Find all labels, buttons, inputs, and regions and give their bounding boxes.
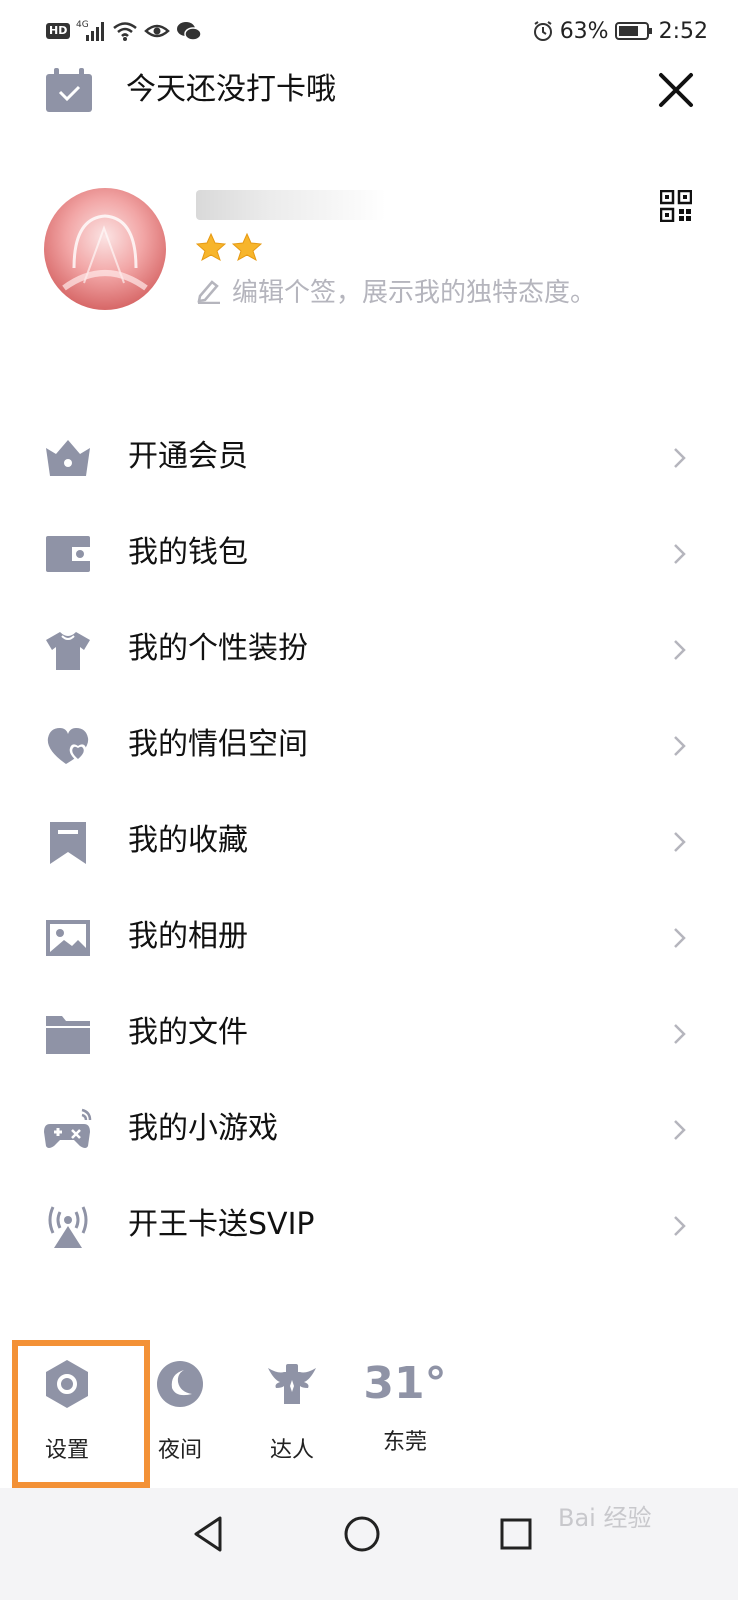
menu-item-theme[interactable]: 我的个性装扮	[0, 602, 738, 698]
checkin-reminder[interactable]: 今天还没打卡哦	[126, 70, 336, 110]
bookmark-icon	[50, 822, 86, 864]
qr-code-icon[interactable]	[659, 189, 693, 223]
chevron-right-icon	[674, 736, 686, 756]
menu-item-king-card[interactable]: 开王卡送SVIP	[0, 1178, 738, 1274]
status-left: HD 4G	[46, 18, 203, 44]
tshirt-icon	[46, 632, 90, 670]
menu-item-favorites[interactable]: 我的收藏	[0, 794, 738, 890]
avatar[interactable]	[44, 188, 166, 310]
menu-item-label: 我的文件	[128, 1015, 248, 1050]
chevron-right-icon	[674, 640, 686, 660]
folder-icon	[46, 1016, 90, 1054]
alarm-icon	[533, 21, 552, 41]
menu-item-label: 开王卡送SVIP	[128, 1207, 315, 1242]
menu-item-album[interactable]: 我的相册	[0, 890, 738, 986]
wechat-icon	[177, 22, 203, 41]
winged-badge-icon	[268, 1364, 316, 1404]
chevron-right-icon	[674, 544, 686, 564]
photo-icon	[46, 920, 90, 956]
checkin-calendar-icon[interactable]	[46, 68, 92, 112]
gamepad-icon	[44, 1108, 92, 1148]
home-circle-icon[interactable]	[340, 1512, 384, 1556]
menu-item-label: 我的个性装扮	[128, 631, 308, 666]
recents-square-icon[interactable]	[494, 1512, 538, 1556]
menu-item-vip[interactable]: 开通会员	[0, 410, 738, 506]
clock-time: 2:52	[658, 18, 708, 44]
moon-icon	[157, 1361, 203, 1407]
menu-item-label: 我的小游戏	[128, 1111, 278, 1146]
expert-label: 达人	[269, 1438, 314, 1463]
menu-item-minigames[interactable]: 我的小游戏	[0, 1082, 738, 1178]
battery-percent: 63%	[559, 18, 609, 44]
chevron-right-icon	[674, 928, 686, 948]
weather-button[interactable]: 31° 东莞	[350, 1358, 460, 1456]
menu-item-label: 我的钱包	[128, 535, 248, 570]
level-stars[interactable]	[196, 232, 262, 262]
star-icon	[196, 232, 226, 262]
pencil-icon	[197, 279, 220, 304]
expert-button[interactable]: 达人	[237, 1358, 347, 1464]
battery-icon	[614, 22, 652, 40]
signature-editor[interactable]: 编辑个签，展示我的独特态度。	[196, 272, 596, 309]
back-triangle-icon[interactable]	[188, 1512, 232, 1556]
menu-item-files[interactable]: 我的文件	[0, 986, 738, 1082]
crown-icon	[46, 440, 90, 476]
hd-badge: HD	[46, 23, 71, 39]
signal-label: 4G	[76, 20, 89, 30]
nickname-blurred[interactable]	[196, 190, 386, 220]
night-mode-button[interactable]: 夜间	[125, 1358, 235, 1464]
chevron-right-icon	[674, 448, 686, 468]
menu-item-label: 我的情侣空间	[128, 727, 308, 762]
status-right: 63% 2:52	[532, 14, 708, 48]
night-label: 夜间	[157, 1438, 202, 1463]
eye-icon	[144, 24, 171, 38]
broadcast-tower-icon	[48, 1206, 88, 1248]
chevron-right-icon	[674, 1216, 686, 1236]
signal-icon: 4G	[76, 20, 105, 41]
weather-temperature: 31°	[363, 1358, 447, 1409]
wallet-icon	[46, 536, 90, 572]
chevron-right-icon	[674, 1120, 686, 1140]
menu-item-label: 开通会员	[128, 439, 248, 474]
chevron-right-icon	[674, 832, 686, 852]
close-icon[interactable]	[656, 70, 696, 110]
menu-item-wallet[interactable]: 我的钱包	[0, 506, 738, 602]
hearts-icon	[47, 728, 89, 764]
weather-city: 东莞	[382, 1430, 427, 1455]
wifi-icon	[113, 22, 138, 41]
watermark: Bai 经验	[558, 1504, 652, 1532]
chevron-right-icon	[674, 1024, 686, 1044]
signature-placeholder[interactable]: 编辑个签，展示我的独特态度。	[232, 272, 596, 309]
menu-item-label: 我的相册	[128, 919, 248, 954]
status-bar: HD 4G 63% 2:52	[0, 0, 738, 62]
close-button[interactable]	[656, 70, 696, 110]
menu-item-label: 我的收藏	[128, 823, 248, 858]
qr-code-button[interactable]	[659, 189, 693, 223]
star-icon	[232, 232, 262, 262]
menu-item-couple-space[interactable]: 我的情侣空间	[0, 698, 738, 794]
